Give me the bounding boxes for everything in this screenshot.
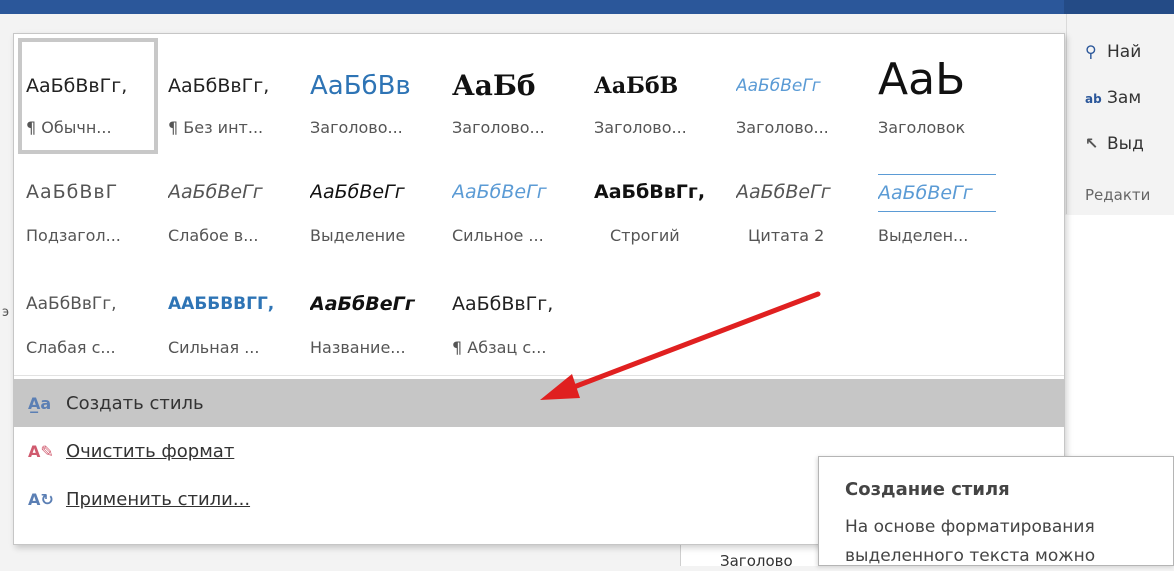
style-name: Заголово... [452,118,545,137]
style-tile-intense-reference[interactable]: ААББВВГГ, Сильная ... [160,270,300,386]
style-name: Слабая с... [26,338,116,357]
find-label: Най [1107,42,1142,62]
style-tile-list-paragraph[interactable]: АаБбВвГг, ¶ Абзац с... [444,270,584,386]
style-sample: АаБбВвГг, [26,294,117,314]
style-tile-no-spacing[interactable]: АаБбВвГг, ¶ Без инт... [160,38,300,154]
style-name: Сильное ... [452,226,544,245]
style-tile-heading-4[interactable]: АаБбВеГг Заголово... [728,38,868,154]
style-sample: АаБбВеГг [168,181,263,203]
style-sample: АаБбВеГг [452,181,547,203]
style-tile-intense-quote[interactable]: АаБбВеГг Выделен... [870,158,1010,274]
style-name: Заголово... [310,118,403,137]
clear-format-label: Очистить формат [66,440,235,462]
style-sample: АаБбВеГг [736,181,831,203]
style-sample: АаБбВвГг, [168,75,270,97]
style-sample: АаБбВеГг [310,293,415,315]
style-tile-title[interactable]: АаЬ Заголовок [870,38,1010,154]
document-heading-text: Заголово [720,552,793,570]
style-sample: АаБбВв [310,71,411,101]
style-sample: АаЬ [878,54,966,98]
replace-label: Зам [1107,88,1142,108]
create-style-menu-item[interactable]: A̲a Создать стиль [14,379,1064,427]
style-name: Заголово... [594,118,687,137]
left-edge-mark: э [2,305,10,320]
apply-styles-label: Применить стили... [66,488,251,510]
style-tile-emphasis[interactable]: АаБбВеГг Выделение [302,158,442,274]
style-sample: АаБбВ [594,73,679,99]
menu-separator [14,375,1064,376]
style-name: Цитата 2 [748,226,825,245]
editing-group: ⚲ Най ab Зам ↖ Выд Редакти [1066,14,1174,214]
style-sample: АаБбВеГг [878,174,996,212]
style-name: Заголовок [878,118,966,137]
style-tile-quote-2[interactable]: АаБбВеГг Цитата 2 [728,158,868,274]
replace-icon: ab [1085,92,1102,106]
title-bar-strip [1064,0,1174,14]
select-label: Выд [1107,134,1144,154]
style-sample: АаБбВеГг [736,76,821,96]
style-name: Выделение [310,226,406,245]
style-tile-heading-1[interactable]: АаБбВв Заголово... [302,38,442,154]
create-style-tooltip: Создание стиля На основе форматирования … [818,456,1174,566]
style-sample: ААББВВГГ, [168,294,275,314]
style-tile-subtle-reference[interactable]: АаБбВвГг, Слабая с... [18,270,158,386]
style-name: Строгий [610,226,680,245]
style-name: ¶ Обычн... [26,118,112,137]
style-sample: АаБбВвГг, [594,181,706,203]
select-button[interactable]: ↖ Выд [1085,134,1144,154]
style-tile-normal[interactable]: АаБбВвГг, ¶ Обычн... [18,38,158,154]
style-tile-strong[interactable]: АаБбВвГг, Строгий [586,158,726,274]
style-sample: АаБбВвГг, [26,75,128,97]
create-style-icon: A̲a [28,393,52,413]
style-sample: АаБб [452,69,536,102]
style-sample: АаБбВвГ [26,181,119,203]
apply-styles-icon: A↻ [28,489,54,509]
style-sample: АаБбВвГг, [452,293,554,315]
style-sample: АаБбВеГг [310,181,405,203]
style-name: Заголово... [736,118,829,137]
style-name: Название... [310,338,406,357]
style-tile-intense-emphasis[interactable]: АаБбВеГг Сильное ... [444,158,584,274]
tooltip-title: Создание стиля [845,479,1010,500]
style-name: ¶ Без инт... [168,118,264,137]
tooltip-body: На основе форматирования выделенного тек… [845,517,1096,566]
replace-button[interactable]: ab Зам [1085,88,1141,108]
find-button[interactable]: ⚲ Най [1085,42,1141,62]
search-icon: ⚲ [1085,42,1097,61]
style-name: ¶ Абзац с... [452,338,547,357]
style-name: Слабое в... [168,226,259,245]
style-name: Выделен... [878,226,969,245]
title-bar [0,0,1174,14]
style-tile-subtle-emphasis[interactable]: АаБбВеГг Слабое в... [160,158,300,274]
eraser-icon: A✎ [28,441,54,461]
editing-group-label: Редакти [1085,186,1151,204]
style-tile-heading-2[interactable]: АаБб Заголово... [444,38,584,154]
style-tile-heading-3[interactable]: АаБбВ Заголово... [586,38,726,154]
cursor-icon: ↖ [1085,134,1099,153]
style-tile-subtitle[interactable]: АаБбВвГ Подзагол... [18,158,158,274]
style-name: Подзагол... [26,226,121,245]
style-tile-book-title[interactable]: АаБбВеГг Название... [302,270,442,386]
style-name: Сильная ... [168,338,260,357]
create-style-label: Создать стиль [66,392,204,414]
